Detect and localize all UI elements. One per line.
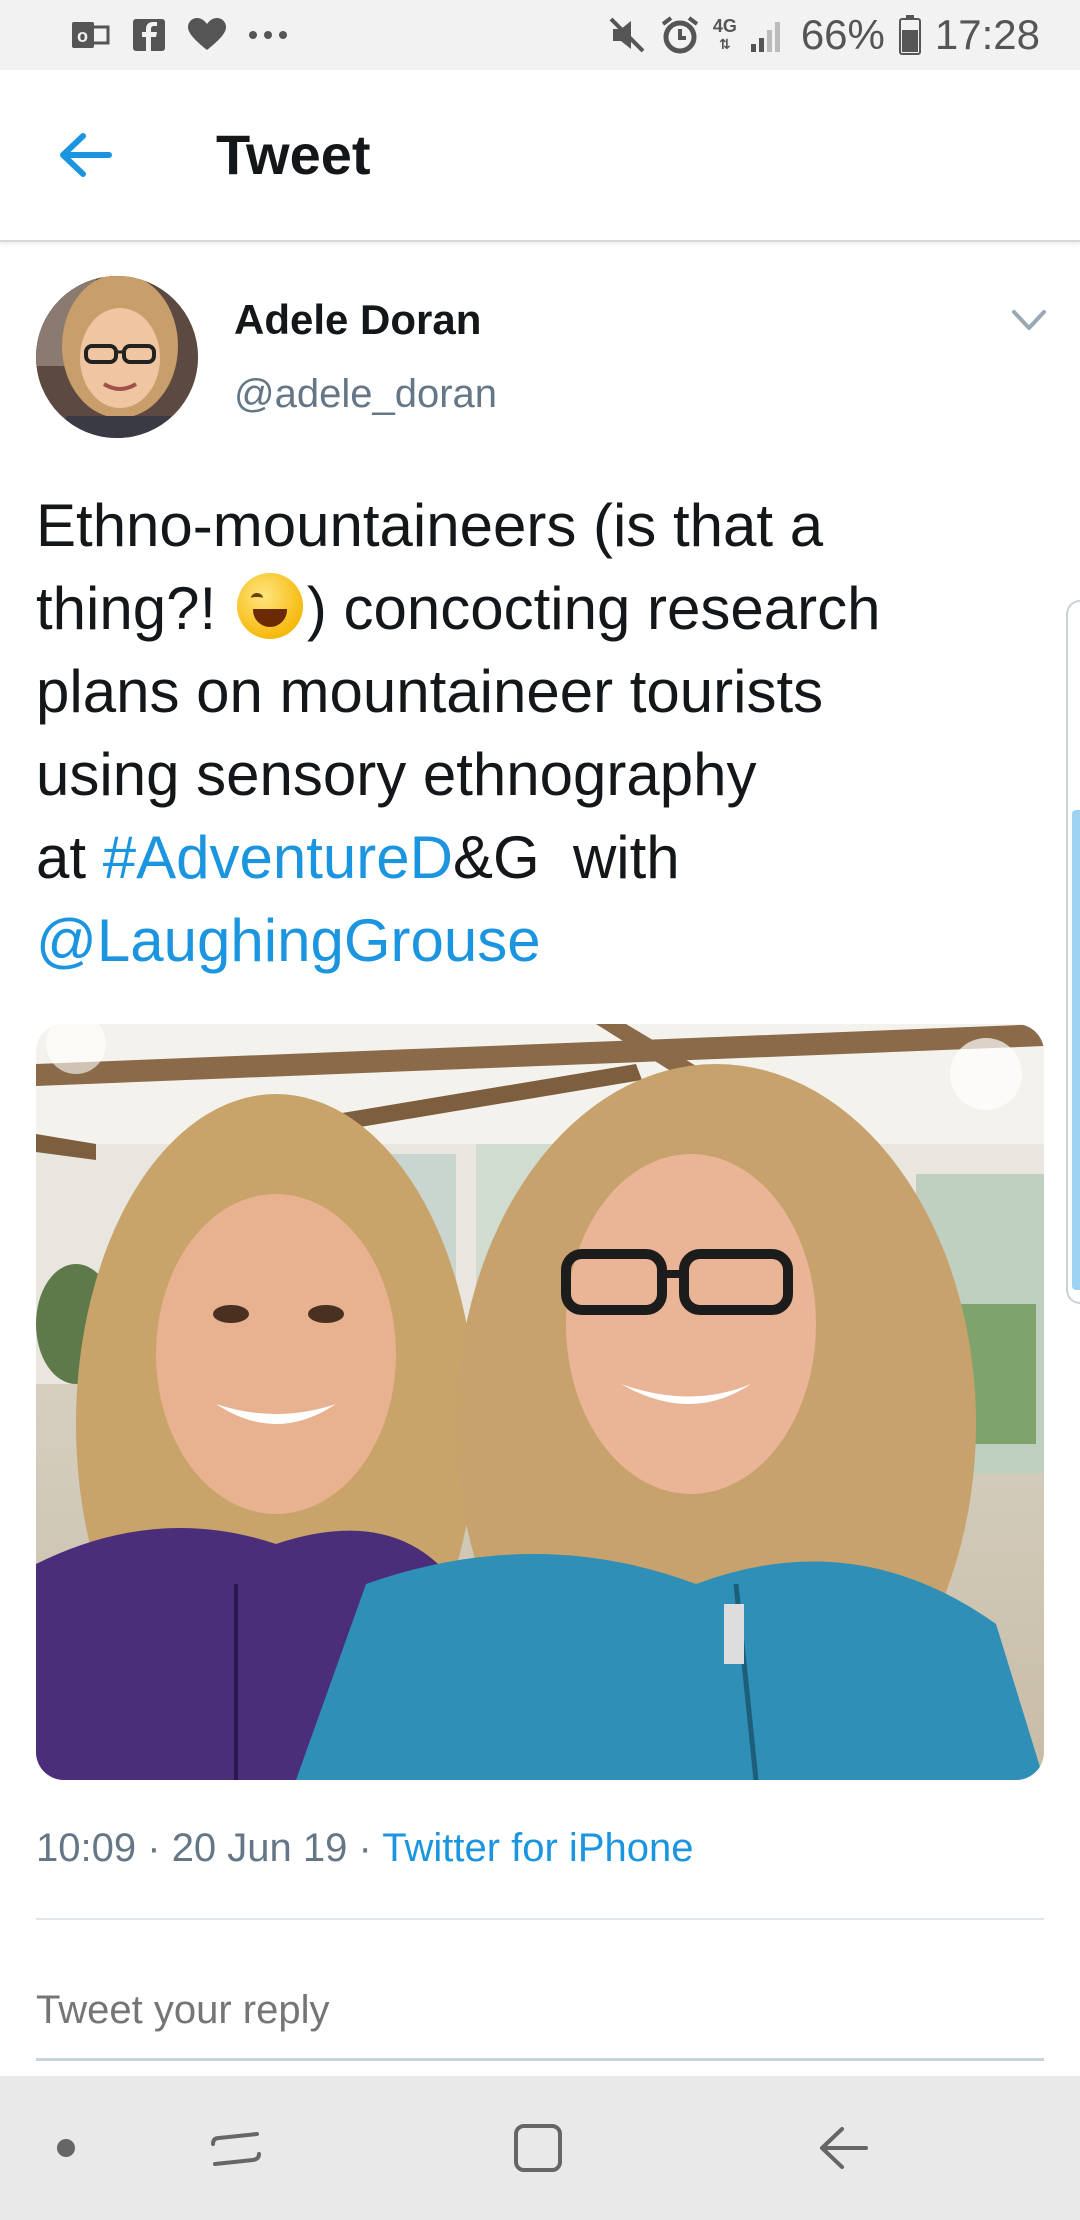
- battery-icon: [898, 15, 921, 55]
- dot-icon: [57, 2139, 75, 2157]
- back-button[interactable]: [50, 125, 120, 185]
- meta-separator: ·: [358, 1826, 372, 1870]
- tweet-text-segment: at: [36, 824, 87, 891]
- nav-dot-button[interactable]: [36, 2118, 96, 2178]
- reply-input[interactable]: [36, 1980, 1044, 2040]
- clock: 17:28: [934, 11, 1040, 58]
- back-nav-button[interactable]: [812, 2118, 872, 2178]
- more-dots-icon: [248, 30, 288, 40]
- home-square-icon: [514, 2124, 562, 2172]
- meta-separator: ·: [147, 1826, 161, 1870]
- page-title: Tweet: [216, 123, 371, 186]
- scrollbar-thumb[interactable]: [1072, 810, 1080, 1290]
- status-bar: o 4G ⇅ 66% 17:28: [0, 0, 1080, 70]
- tweet-meta: 10:09 · 20 Jun 19 · Twitter for iPhone: [36, 1826, 693, 1871]
- status-right-icons: 4G ⇅ 66% 17:28: [609, 11, 1040, 59]
- heart-icon: [188, 18, 226, 52]
- back-icon: [820, 2127, 868, 2169]
- battery-percent: 66%: [800, 11, 885, 58]
- app-bar: Tweet: [0, 70, 1080, 242]
- network-type: 4G: [712, 16, 737, 36]
- display-name[interactable]: Adele Doran: [234, 296, 481, 344]
- facebook-icon: [132, 18, 166, 52]
- recent-apps-button[interactable]: [206, 2118, 266, 2178]
- laughing-emoji-icon: [236, 573, 303, 639]
- tweet-text: Ethno-mountaineers (is that a thing?! ) …: [36, 484, 1036, 982]
- system-nav-bar: [0, 2076, 1080, 2220]
- mention-link[interactable]: @LaughingGrouse: [36, 907, 541, 974]
- tweet-source-link[interactable]: Twitter for iPhone: [382, 1826, 693, 1870]
- reply-underline: [36, 2058, 1044, 2061]
- tweet-date: 20 Jun 19: [171, 1826, 348, 1870]
- avatar-image: [36, 276, 198, 438]
- alarm-icon: [661, 16, 699, 54]
- tweet-time: 10:09: [36, 1826, 137, 1870]
- selfie-image: [36, 1024, 1044, 1780]
- divider: [36, 1918, 1044, 1920]
- chevron-down-icon: [1012, 310, 1046, 330]
- hashtag-link[interactable]: #AdventureD: [103, 824, 453, 891]
- outlook-icon: o: [70, 18, 110, 52]
- tweet-text-segment: ) concocting research: [306, 575, 881, 642]
- tweet-line: using sensory ethnography: [36, 741, 757, 808]
- tweet-line: @LaughingGrouse: [36, 899, 1036, 982]
- tweet-text-segment: &G with: [452, 824, 680, 891]
- tweet-photo[interactable]: [36, 1024, 1044, 1780]
- tweet-line: plans on mountaineer tourists: [36, 658, 824, 725]
- tweet-line: Ethno-mountaineers (is that a: [36, 492, 824, 559]
- 4g-icon: 4G ⇅: [712, 16, 737, 52]
- signal-icon: [750, 18, 787, 52]
- user-handle[interactable]: @adele_doran: [234, 372, 497, 417]
- recent-apps-icon: [211, 2132, 261, 2166]
- tweet-text-segment: thing?!: [36, 575, 217, 642]
- arrow-left-icon: [60, 133, 112, 177]
- tweet-line: at #AdventureD&G with: [36, 816, 1036, 899]
- tweet-line: thing?! ) concocting research: [36, 567, 1036, 650]
- home-button[interactable]: [508, 2118, 568, 2178]
- status-left-icons: o: [70, 18, 288, 52]
- mute-icon: [609, 17, 647, 53]
- tweet-options-button[interactable]: [1006, 300, 1052, 340]
- avatar[interactable]: [36, 276, 198, 438]
- svg-text:o: o: [77, 26, 88, 46]
